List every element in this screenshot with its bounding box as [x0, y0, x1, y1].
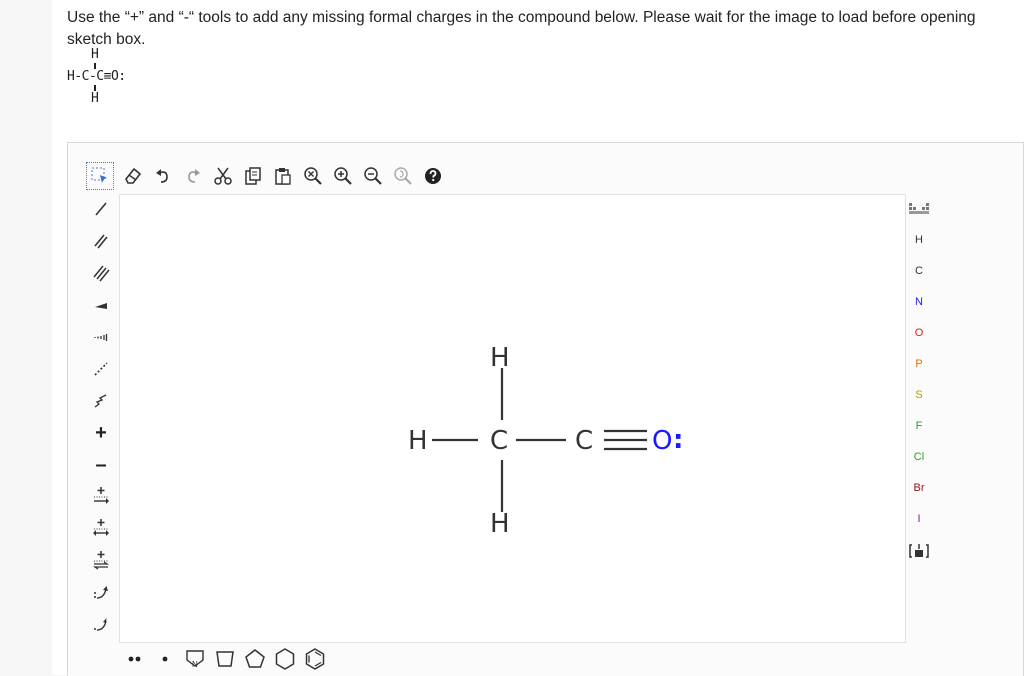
- element-br[interactable]: Br: [904, 472, 934, 503]
- sketch-editor: + – H H C C O: H H C N O P S F Cl Br I …: [67, 142, 1024, 676]
- cut-icon[interactable]: [208, 161, 238, 191]
- cyclobutane-icon[interactable]: [210, 644, 240, 674]
- help-icon[interactable]: [418, 161, 448, 191]
- periodic-table-icon[interactable]: [904, 193, 934, 224]
- redo-icon[interactable]: [178, 161, 208, 191]
- paste-icon[interactable]: [268, 161, 298, 191]
- select-icon[interactable]: [86, 162, 114, 190]
- triple-bond-icon[interactable]: [86, 257, 116, 289]
- atom-h-top[interactable]: H: [490, 345, 510, 371]
- ring-template-icon[interactable]: N: [180, 644, 210, 674]
- element-s[interactable]: S: [904, 379, 934, 410]
- wavy-bond-icon[interactable]: [86, 385, 116, 417]
- atom-c1[interactable]: C: [490, 428, 508, 454]
- equilibrium-arrow-icon[interactable]: [86, 545, 116, 577]
- positive-charge-icon[interactable]: +: [86, 417, 116, 449]
- atom-o[interactable]: O: [652, 428, 672, 454]
- right-toolbar: H C N O P S F Cl Br I: [904, 193, 934, 565]
- single-bond-icon[interactable]: [86, 193, 116, 225]
- page-content: Use the “+” and “-“ tools to add any mis…: [52, 0, 1024, 676]
- atom-h-left[interactable]: H: [408, 428, 428, 454]
- electron-pair-arrow-icon[interactable]: [86, 577, 116, 609]
- clean-icon[interactable]: [388, 161, 418, 191]
- molecule-drawing: [432, 368, 647, 512]
- copy-icon[interactable]: [238, 161, 268, 191]
- benzene-icon[interactable]: [300, 644, 330, 674]
- cyclohexane-icon[interactable]: [270, 644, 300, 674]
- negative-charge-icon[interactable]: –: [86, 449, 116, 481]
- preview-h-bottom: H: [91, 91, 99, 106]
- preview-row: H-C-C≡O:: [67, 69, 126, 84]
- radical-icon[interactable]: [150, 644, 180, 674]
- hash-bond-icon[interactable]: [86, 321, 116, 353]
- eraser-icon[interactable]: [118, 161, 148, 191]
- cyclopentane-icon[interactable]: [240, 644, 270, 674]
- abbreviation-icon[interactable]: [904, 534, 934, 565]
- bottom-toolbar: N: [120, 643, 330, 675]
- reaction-arrow-icon[interactable]: [86, 513, 116, 545]
- element-c[interactable]: C: [904, 255, 934, 286]
- lone-pair: :: [673, 425, 684, 455]
- zoom-in-icon[interactable]: [328, 161, 358, 191]
- dashed-bond-icon[interactable]: [86, 353, 116, 385]
- atom-h-bottom[interactable]: H: [490, 511, 510, 537]
- forward-arrow-icon[interactable]: [86, 481, 116, 513]
- atom-c2[interactable]: C: [575, 428, 593, 454]
- element-p[interactable]: P: [904, 348, 934, 379]
- element-n[interactable]: N: [904, 286, 934, 317]
- single-electron-arrow-icon[interactable]: [86, 609, 116, 641]
- drawing-canvas[interactable]: H H C C O : H: [119, 194, 906, 643]
- zoom-reset-icon[interactable]: [298, 161, 328, 191]
- element-h[interactable]: H: [904, 224, 934, 255]
- template-label: N: [192, 660, 198, 669]
- left-toolbar: + –: [86, 193, 116, 641]
- element-cl[interactable]: Cl: [904, 441, 934, 472]
- bonds: [432, 368, 647, 512]
- lone-pair-icon[interactable]: [120, 644, 150, 674]
- question-prompt: Use the “+” and “-“ tools to add any mis…: [67, 9, 976, 48]
- double-bond-icon[interactable]: [86, 225, 116, 257]
- preview-h-top: H: [91, 47, 99, 62]
- element-f[interactable]: F: [904, 410, 934, 441]
- element-o[interactable]: O: [904, 317, 934, 348]
- zoom-out-icon[interactable]: [358, 161, 388, 191]
- wedge-bond-icon[interactable]: [86, 289, 116, 321]
- preview-molecule: H H-C-C≡O: H: [67, 48, 177, 118]
- element-i[interactable]: I: [904, 503, 934, 534]
- undo-icon[interactable]: [148, 161, 178, 191]
- top-toolbar: [86, 161, 448, 191]
